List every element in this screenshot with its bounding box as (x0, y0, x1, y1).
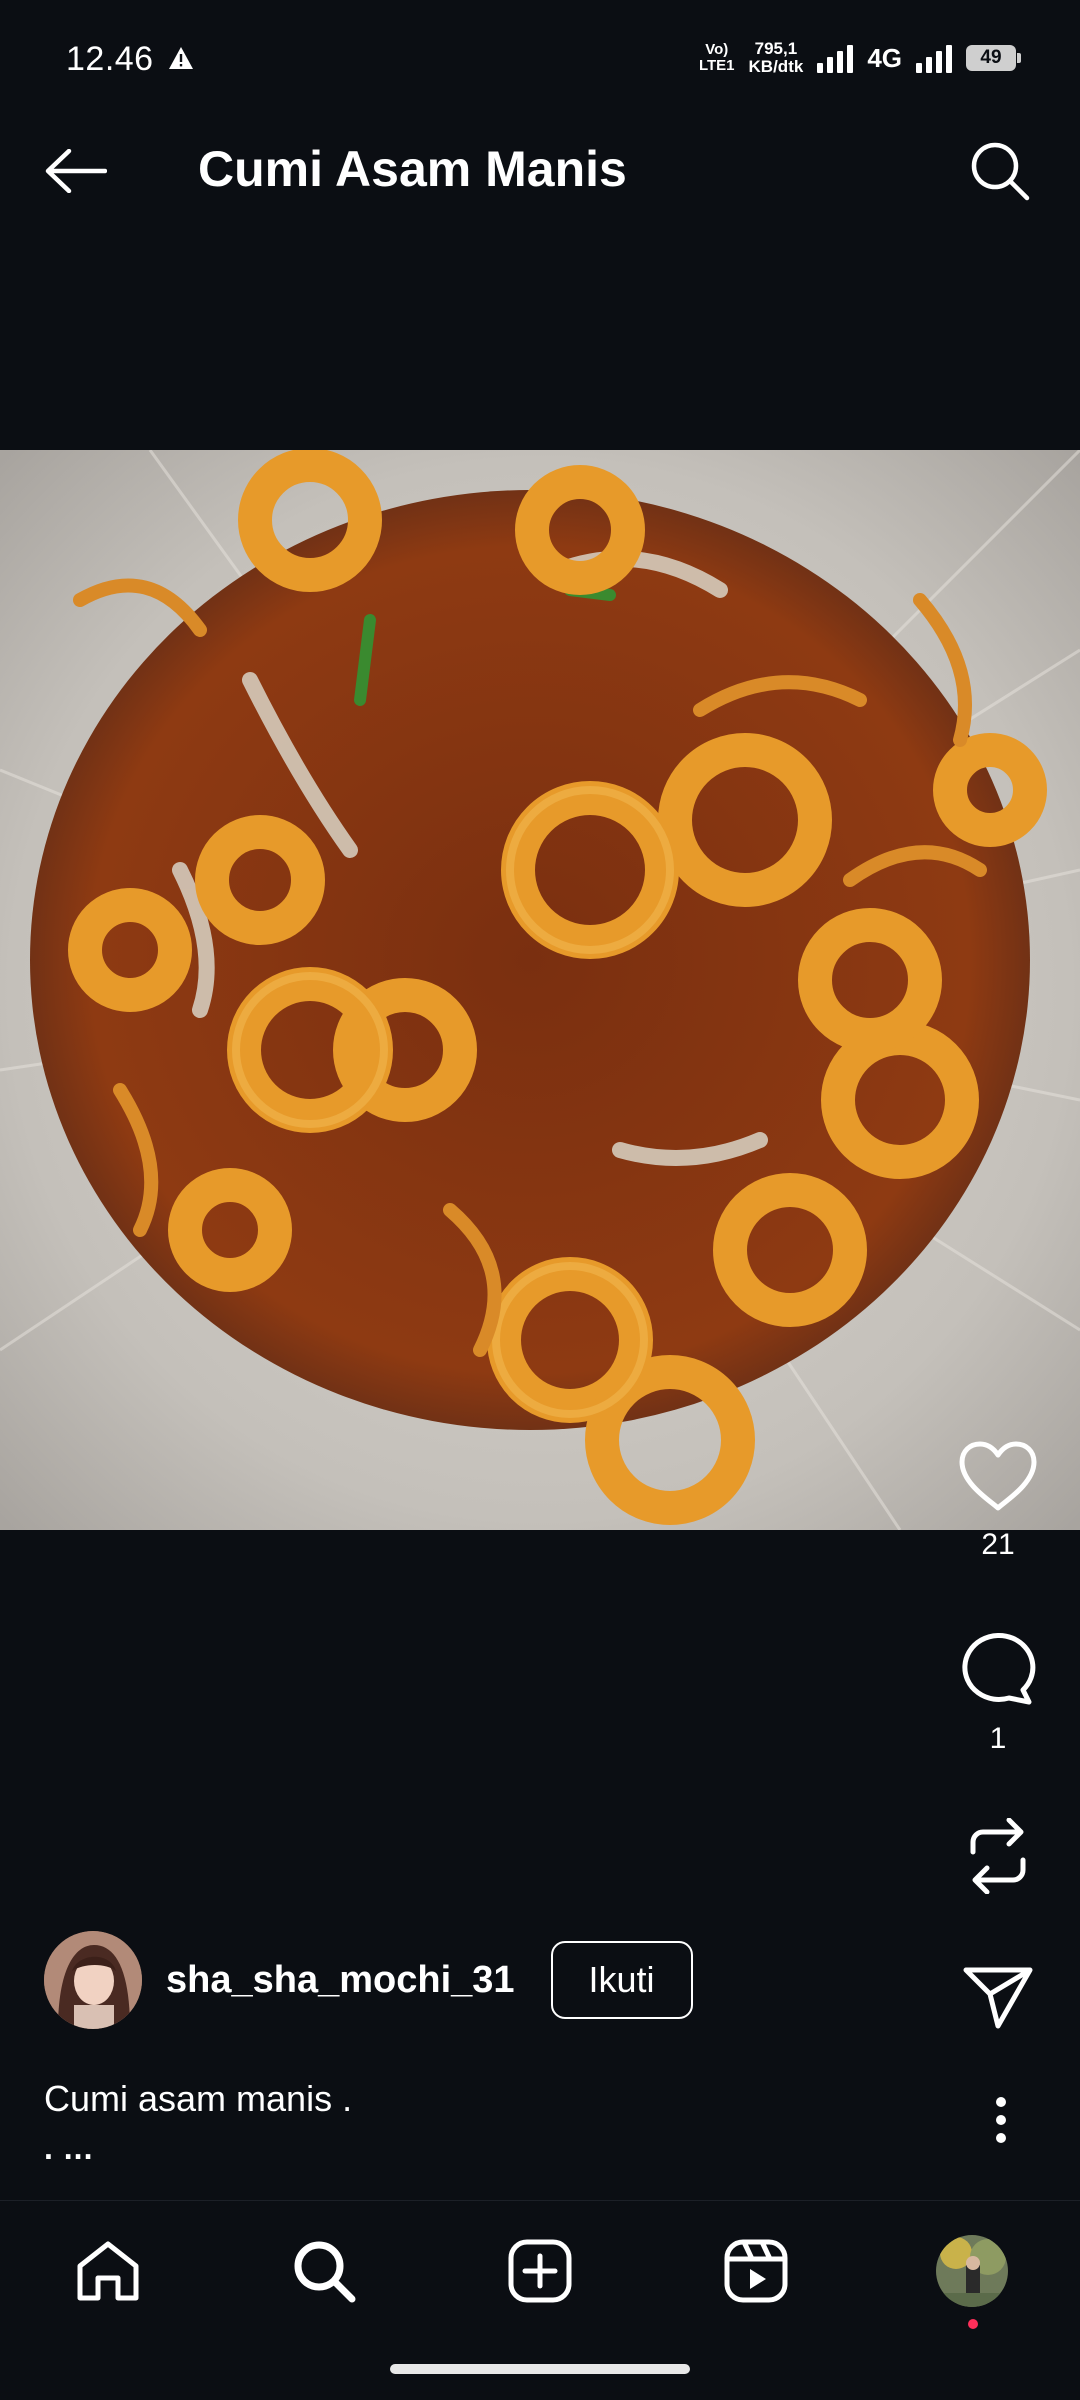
author-username[interactable]: sha_sha_mochi_31 (166, 1959, 515, 2002)
volte-indicator: Vo) LTE1 (699, 42, 735, 74)
back-button[interactable] (40, 135, 112, 207)
like-count: 21 (981, 1528, 1015, 1561)
author-avatar[interactable] (44, 1931, 142, 2029)
share-action (948, 1966, 1048, 2030)
page-title: Cumi Asam Manis (198, 141, 627, 197)
post-image[interactable] (0, 450, 1080, 1530)
battery-icon: 49 (966, 45, 1021, 71)
repost-icon[interactable] (965, 1818, 1031, 1894)
reels-icon (724, 2239, 788, 2303)
search-icon (971, 142, 1030, 201)
nav-search[interactable] (284, 2231, 364, 2311)
post-caption[interactable]: Cumi asam manis . (44, 2078, 352, 2120)
remix-action (948, 1818, 1048, 1894)
status-indicators: Vo) LTE1 795,1 KB/dtk 4G 49 (699, 36, 1021, 80)
nav-home[interactable] (68, 2231, 148, 2311)
profile-avatar-image (936, 2235, 1008, 2307)
search-button[interactable] (964, 135, 1036, 207)
speed-value: 795,1 (754, 39, 798, 58)
like-action: 21 (948, 1440, 1048, 1562)
author-avatar-image (44, 1931, 142, 2029)
send-icon[interactable] (962, 1966, 1034, 2030)
volte-label: Vo) (705, 41, 729, 58)
profile-avatar (936, 2235, 1008, 2307)
signal-strength-icon (817, 43, 854, 73)
top-bar: Cumi Asam Manis (0, 90, 1080, 250)
network-type: 4G (867, 42, 902, 73)
more-vertical-icon (996, 2097, 1006, 2143)
heart-icon[interactable] (958, 1440, 1038, 1512)
nav-reels[interactable] (716, 2231, 796, 2311)
squid-dish-image (0, 450, 1080, 1530)
comment-action: 1 (948, 1630, 1048, 1756)
search-icon (294, 2241, 356, 2303)
lte-label: LTE1 (698, 57, 735, 74)
warning-icon (169, 47, 193, 69)
battery-level: 49 (980, 47, 1002, 68)
network-speed: 795,1 KB/dtk (749, 40, 804, 76)
status-time: 12.46 (66, 40, 154, 78)
arrow-left-icon (45, 149, 107, 193)
speed-unit: KB/dtk (748, 57, 804, 76)
nav-create[interactable] (500, 2231, 580, 2311)
follow-button[interactable]: Ikuti (550, 1941, 693, 2019)
comment-count: 1 (989, 1722, 1007, 1755)
signal-strength-2-icon (916, 43, 952, 73)
status-bar: 12.46 Vo) LTE1 795,1 KB/dtk 4G 49 (0, 0, 1080, 90)
notification-dot (968, 2319, 978, 2329)
home-indicator[interactable] (390, 2364, 690, 2374)
caption-more[interactable]: . ... (44, 2130, 93, 2167)
comment-icon[interactable] (959, 1630, 1037, 1706)
more-options-button[interactable] (966, 2085, 1036, 2155)
create-icon (508, 2239, 572, 2303)
home-icon (77, 2241, 139, 2301)
nav-profile[interactable] (932, 2231, 1012, 2311)
author-row: sha_sha_mochi_31 Ikuti (44, 1930, 693, 2030)
